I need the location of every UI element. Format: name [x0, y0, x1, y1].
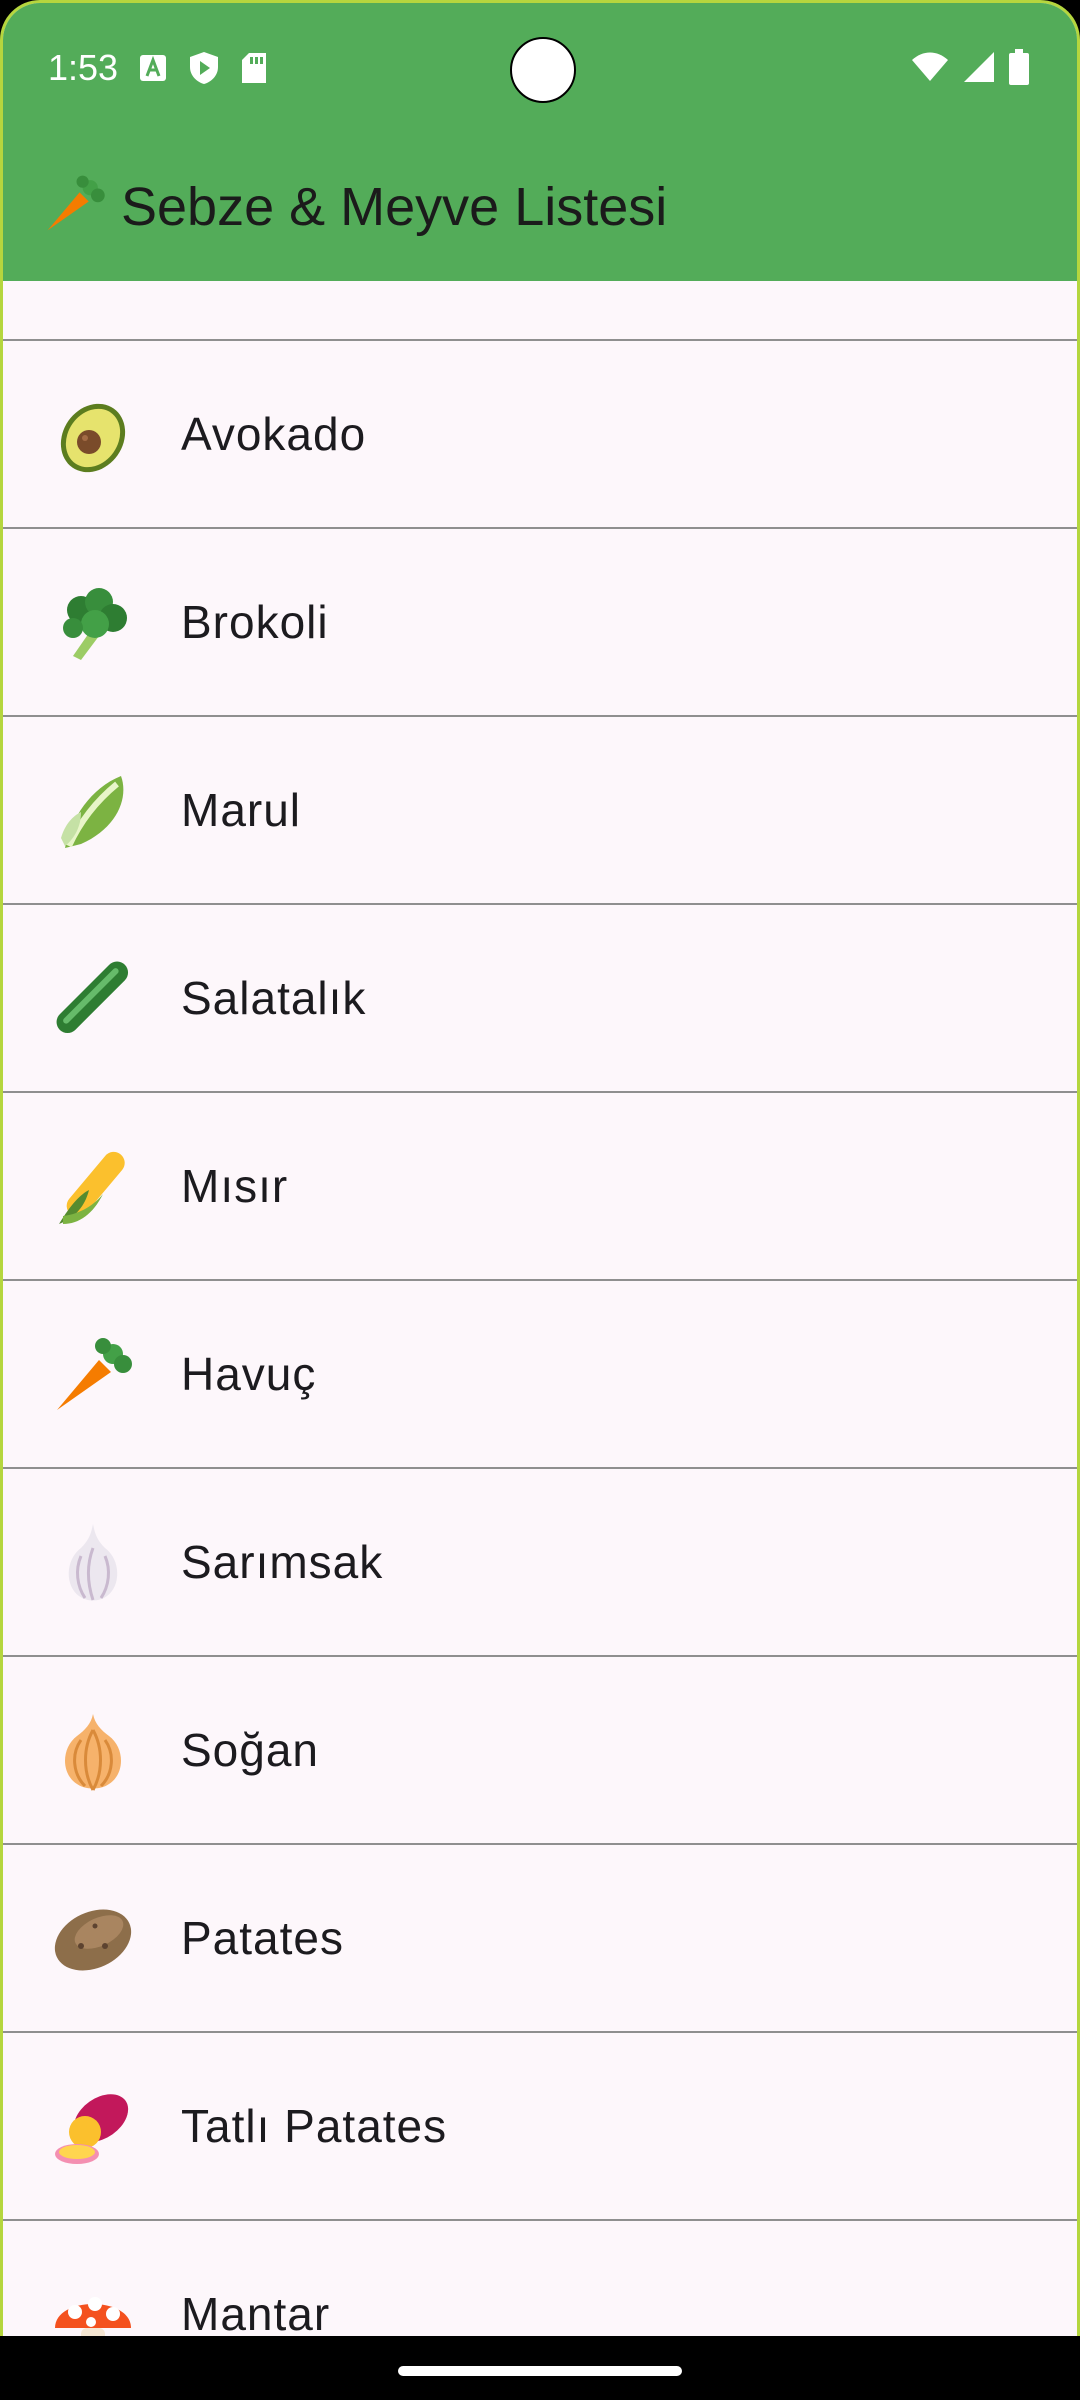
- list-item[interactable]: Patates: [3, 1845, 1077, 2033]
- list-item[interactable]: Mantar: [3, 2221, 1077, 2336]
- list-item[interactable]: Avokado: [3, 341, 1077, 529]
- list-item-label: Avokado: [181, 408, 367, 460]
- page-title: Sebze & Meyve Listesi: [121, 177, 668, 237]
- system-icons: [911, 49, 1029, 85]
- camera-cutout: [510, 37, 576, 103]
- list-item[interactable]: Havuç: [3, 1281, 1077, 1469]
- list-item-label: Brokoli: [181, 596, 329, 648]
- status-time: 1:53: [48, 47, 119, 88]
- sd-card-icon: [241, 52, 267, 84]
- notification-icons: [139, 51, 267, 85]
- garlic-icon: [47, 1516, 139, 1608]
- screen: Avokado Brokoli Marul Salatalık Mısır Ha…: [0, 0, 1080, 2400]
- navigation-bar: [0, 2336, 1080, 2400]
- list-item-label: Tatlı Patates: [181, 2100, 448, 2152]
- list-item-label: Salatalık: [181, 972, 367, 1024]
- potato-icon: [47, 1892, 139, 1984]
- wifi-icon: [911, 52, 949, 82]
- list-item[interactable]: Brokoli: [3, 529, 1077, 717]
- avocado-icon: [47, 388, 139, 480]
- battery-icon: [1009, 49, 1029, 85]
- app-window: Avokado Brokoli Marul Salatalık Mısır Ha…: [0, 0, 1080, 2336]
- onion-icon: [47, 1704, 139, 1796]
- carrot-icon: [43, 171, 107, 244]
- corn-icon: [47, 1140, 139, 1232]
- app-title-row: Sebze & Meyve Listesi: [43, 171, 667, 243]
- status-bar: 1:53: [3, 3, 1077, 135]
- list-item-label: Sarımsak: [181, 1536, 384, 1588]
- list-item-label: Patates: [181, 1912, 344, 1964]
- list-item[interactable]: Mısır: [3, 1093, 1077, 1281]
- mushroom-icon: [47, 2268, 139, 2336]
- carrot-icon: [47, 1328, 139, 1420]
- list-item-label: Mısır: [181, 1160, 289, 1212]
- list-item-label: Havuç: [181, 1348, 317, 1400]
- list-item-label: Mantar: [181, 2288, 331, 2336]
- list-item-label: Soğan: [181, 1724, 320, 1776]
- shield-play-icon: [189, 51, 219, 85]
- cucumber-icon: [47, 952, 139, 1044]
- list-item[interactable]: Salatalık: [3, 905, 1077, 1093]
- signal-icon: [963, 51, 995, 83]
- list-item[interactable]: Sarımsak: [3, 1469, 1077, 1657]
- home-gesture-handle[interactable]: [398, 2366, 682, 2376]
- lettuce-icon: [47, 764, 139, 856]
- broccoli-icon: [47, 576, 139, 668]
- app-bar: 1:53 Sebze & Meyve Listesi: [3, 3, 1077, 281]
- list-item[interactable]: Marul: [3, 717, 1077, 905]
- list-item[interactable]: Tatlı Patates: [3, 2033, 1077, 2221]
- vegetable-list[interactable]: Avokado Brokoli Marul Salatalık Mısır Ha…: [3, 151, 1077, 2336]
- list-item-label: Marul: [181, 784, 302, 836]
- sweet-potato-icon: [47, 2080, 139, 2172]
- list-item[interactable]: Soğan: [3, 1657, 1077, 1845]
- a-icon: [139, 54, 167, 82]
